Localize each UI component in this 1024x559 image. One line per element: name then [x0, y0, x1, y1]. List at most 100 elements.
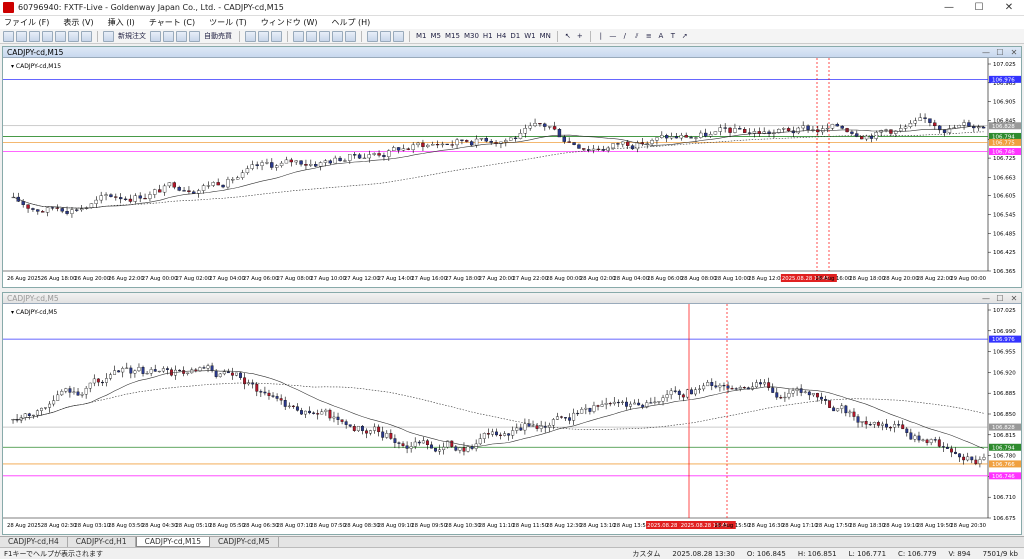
menu-tools[interactable]: ツール (T) — [209, 17, 247, 28]
candle-body — [710, 382, 714, 386]
chart-minimize-button[interactable]: — — [979, 48, 993, 57]
candle-body — [360, 425, 364, 431]
tab-cadjpy-m15[interactable]: CADJPY-cd,M15 — [135, 537, 210, 547]
tile-windows-icon[interactable] — [319, 30, 330, 42]
candle-body — [114, 196, 118, 198]
text-icon[interactable]: A — [656, 31, 666, 42]
candlestick-chart-m15[interactable]: ▾ CADJPY-cd,M15 107.025106.965106.905106.… — [3, 58, 1021, 287]
menu-file[interactable]: ファイル (F) — [4, 17, 49, 28]
candle-body — [76, 391, 80, 396]
vertical-line-icon[interactable]: | — [596, 31, 606, 42]
price-tick-label: 106.905 — [993, 100, 1016, 106]
tester-icon[interactable] — [81, 30, 92, 42]
candlestick-icon[interactable] — [258, 30, 269, 42]
candle-body — [421, 440, 425, 444]
menu-view[interactable]: 表示 (V) — [63, 17, 93, 28]
candle-body — [840, 125, 844, 129]
timeframe-m1[interactable]: M1 — [415, 31, 428, 42]
zoom-out-icon[interactable] — [306, 30, 317, 42]
time-axis-label: 28 Aug 04:00 — [613, 276, 649, 282]
tab-cadjpy-m5[interactable]: CADJPY-cd,M5 — [210, 537, 279, 547]
candle-body — [80, 208, 84, 211]
chart-window-titlebar-m5[interactable]: CADJPY-cd,M5 — ☐ ✕ — [3, 293, 1021, 304]
tab-cadjpy-h1[interactable]: CADJPY-cd,H1 — [68, 537, 136, 547]
navigator-icon[interactable] — [55, 30, 66, 42]
candle-body — [206, 185, 211, 187]
minimize-button[interactable]: — — [934, 0, 964, 16]
time-axis-label: 28 Aug 05:50 — [209, 523, 245, 529]
candle-body — [382, 155, 386, 157]
timeframe-h4[interactable]: H4 — [496, 31, 508, 42]
candle-body — [928, 118, 932, 123]
bar-chart-icon[interactable] — [245, 30, 256, 42]
candlestick-chart-m5[interactable]: ▾ CADJPY-cd,M5 107.025 106.990 106.955 106.9… — [3, 304, 1021, 534]
autoscroll-icon[interactable] — [332, 30, 343, 42]
channel-icon[interactable]: ⫽ — [632, 31, 642, 42]
chart-window-m5[interactable]: CADJPY-cd,M5 — ☐ ✕ ▾ CADJPY-cd,M5 107.025… — [2, 292, 1022, 535]
menu-help[interactable]: ヘルプ (H) — [331, 17, 370, 28]
new-chart-icon[interactable] — [3, 30, 14, 42]
horizontal-line-icon[interactable]: — — [608, 31, 618, 42]
chart-m5-minimize-button[interactable]: — — [979, 294, 993, 303]
timeframe-m5[interactable]: M5 — [430, 31, 443, 42]
candle-body — [324, 409, 328, 412]
cursor-icon[interactable]: ↖ — [563, 31, 573, 42]
timeframe-w1[interactable]: W1 — [523, 31, 536, 42]
candle-body — [923, 117, 927, 119]
chart-maximize-button[interactable]: ☐ — [993, 48, 1007, 57]
candle-body — [702, 385, 706, 390]
menu-chart[interactable]: チャート (C) — [149, 17, 195, 28]
time-axis-label: 28 Aug 07:50 — [310, 523, 346, 529]
candle-body — [312, 412, 316, 414]
terminal-icon[interactable] — [68, 30, 79, 42]
candle-body — [109, 374, 112, 379]
trendline-icon[interactable]: / — [620, 31, 630, 42]
data-window-icon[interactable] — [42, 30, 53, 42]
zoom-in-icon[interactable] — [293, 30, 304, 42]
chart-m5-maximize-button[interactable]: ☐ — [993, 294, 1007, 303]
market-watch-icon[interactable] — [29, 30, 40, 42]
maximize-button[interactable]: ☐ — [964, 0, 994, 16]
fibonacci-icon[interactable]: ≡ — [644, 31, 654, 42]
timeframe-m30[interactable]: M30 — [463, 31, 480, 42]
time-axis-label: 27 Aug 10:00 — [310, 276, 346, 282]
auto-trade-button[interactable]: 自動売買 — [202, 31, 234, 42]
chart-m5-close-button[interactable]: ✕ — [1007, 294, 1021, 303]
arrows-icon[interactable]: ➚ — [680, 31, 690, 42]
timeframe-m15[interactable]: M15 — [444, 31, 461, 42]
price-tag-label-orange: 106.775 — [992, 140, 1015, 146]
metaeditor-icon[interactable] — [150, 30, 161, 42]
templates-icon[interactable] — [393, 30, 404, 42]
candle-body — [876, 422, 880, 426]
candle-body — [255, 383, 259, 392]
menu-window[interactable]: ウィンドウ (W) — [261, 17, 318, 28]
line-chart-icon[interactable] — [271, 30, 282, 42]
timeframe-h1[interactable]: H1 — [482, 31, 494, 42]
tab-cadjpy-h4[interactable]: CADJPY-cd,H4 — [0, 537, 68, 547]
market-icon[interactable] — [176, 30, 187, 42]
candle-body — [974, 459, 978, 464]
candle-body — [933, 122, 937, 127]
chart-window-titlebar[interactable]: CADJPY-cd,M15 — ☐ ✕ — [3, 47, 1021, 58]
chart-shift-icon[interactable] — [345, 30, 356, 42]
indicators-icon[interactable] — [367, 30, 378, 42]
candle-body — [320, 411, 324, 415]
chart-window-m15[interactable]: CADJPY-cd,M15 — ☐ ✕ ▾ CADJPY-cd,M15 107.0… — [2, 46, 1022, 288]
signals-icon[interactable] — [163, 30, 174, 42]
time-axis-label: 28 Aug 18:30 — [849, 523, 885, 529]
candle-body — [367, 154, 371, 159]
new-order-button[interactable]: 新規注文 — [116, 31, 148, 42]
periods-icon[interactable] — [380, 30, 391, 42]
label-icon[interactable]: T — [668, 31, 678, 42]
candle-body — [279, 162, 284, 166]
price-tag-label-magenta: 106.746 — [992, 474, 1015, 480]
profiles-icon[interactable] — [16, 30, 27, 42]
status-bar: F1キーでヘルプが表示されます カスタム 2025.08.28 13:30 O:… — [0, 547, 1024, 559]
timeframe-mn[interactable]: MN — [539, 31, 552, 42]
timeframe-d1[interactable]: D1 — [509, 31, 521, 42]
price-tick-label: 106.545 — [993, 213, 1016, 219]
menu-insert[interactable]: 挿入 (I) — [108, 17, 135, 28]
chart-close-button[interactable]: ✕ — [1007, 48, 1021, 57]
crosshair-icon[interactable]: + — [575, 31, 585, 42]
close-button[interactable]: ✕ — [994, 0, 1024, 16]
